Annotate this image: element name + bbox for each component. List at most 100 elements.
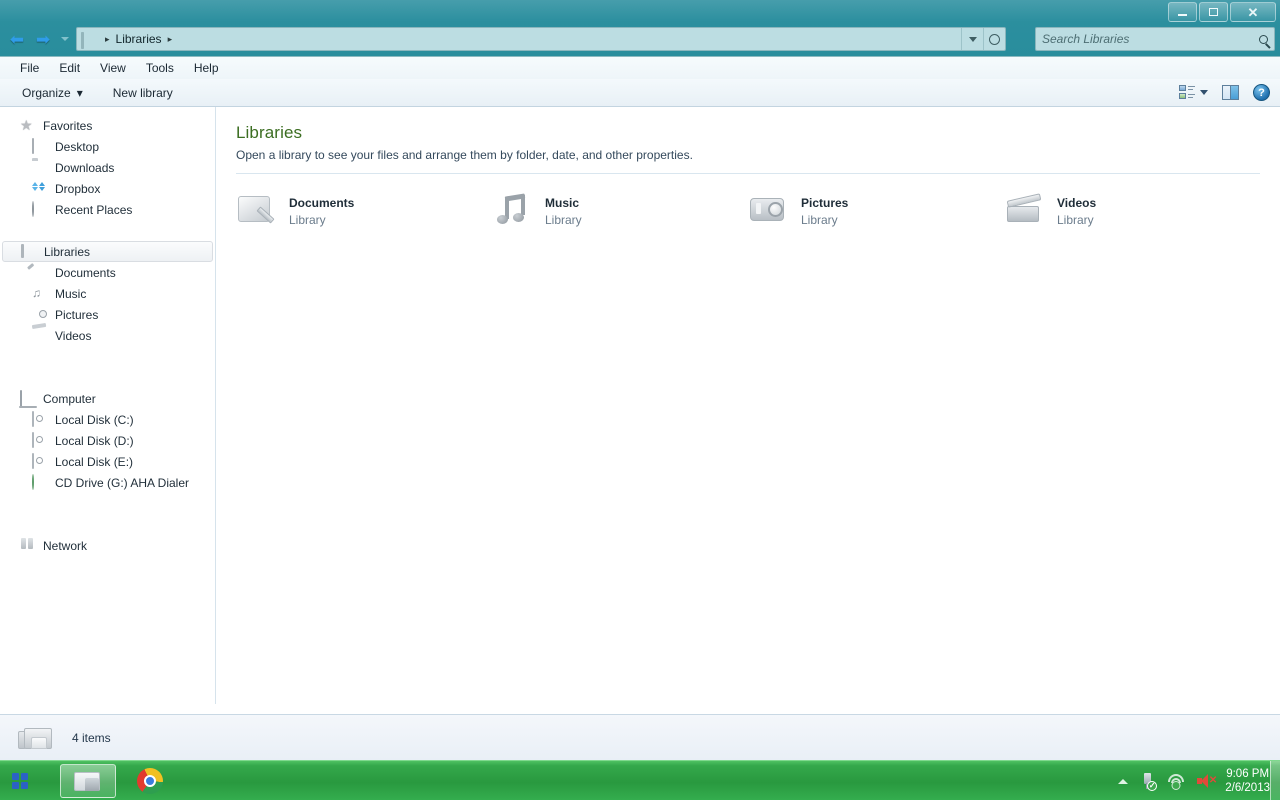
search-input[interactable]: [1042, 32, 1259, 46]
help-button[interactable]: ?: [1253, 84, 1270, 101]
tile-title: Music: [545, 195, 580, 210]
sidebar-item-cd-drive[interactable]: CD Drive (G:) AHA Dialer: [0, 472, 215, 493]
sidebar-item-videos[interactable]: Videos: [0, 325, 215, 346]
windows-logo-icon: [11, 772, 29, 790]
preview-pane-button[interactable]: [1222, 85, 1239, 100]
divider: [236, 173, 1260, 174]
organize-label: Organize: [22, 85, 71, 100]
recent-pages-button[interactable]: [58, 32, 72, 46]
search-icon: [1259, 34, 1268, 44]
videos-library-icon: [1004, 192, 1046, 230]
sidebar-item-local-disk-c[interactable]: Local Disk (C:): [0, 409, 215, 430]
menu-help[interactable]: Help: [184, 59, 229, 77]
taskbar-button-explorer[interactable]: [60, 764, 116, 798]
back-arrow-icon: ⬅: [9, 29, 25, 49]
clock[interactable]: 9:06 PM 2/6/2013: [1225, 767, 1270, 795]
client-area: File Edit View Tools Help Organize ▾ New…: [0, 56, 1280, 760]
refresh-icon: [989, 33, 1000, 45]
new-library-label: New library: [112, 85, 173, 100]
library-tile-documents[interactable]: Documents Library: [236, 192, 492, 230]
sidebar-item-computer[interactable]: Computer: [0, 388, 215, 409]
sidebar-label: Local Disk (E:): [55, 454, 134, 469]
folder-icon: [32, 160, 48, 175]
forward-button[interactable]: ➡: [32, 28, 54, 50]
recent-places-icon: [32, 201, 48, 217]
network-icon: [20, 538, 36, 553]
sidebar-label: Pictures: [55, 307, 99, 322]
chevron-up-icon: [1118, 778, 1129, 784]
breadcrumb-item-libraries[interactable]: Libraries: [116, 32, 162, 46]
menu-file[interactable]: File: [10, 59, 49, 77]
library-tile-music[interactable]: Music Library: [492, 192, 748, 230]
back-button[interactable]: ⬅: [6, 28, 28, 50]
minimize-button[interactable]: [1168, 2, 1197, 22]
sidebar-item-downloads[interactable]: Downloads: [0, 157, 215, 178]
address-bar[interactable]: ▸ Libraries ▸: [76, 27, 1006, 51]
sidebar-item-local-disk-d[interactable]: Local Disk (D:): [0, 430, 215, 451]
documents-library-icon: [236, 192, 278, 230]
music-library-icon: [492, 192, 534, 230]
forward-arrow-icon: ➡: [35, 29, 51, 49]
folder-icon: [74, 770, 102, 793]
nav-group-network: Network: [0, 535, 215, 556]
explorer-window: ✕ ⬅ ➡ ▸ Libraries ▸ Search Libraries Fil…: [0, 0, 1280, 760]
taskbar-button-chrome[interactable]: [122, 764, 178, 798]
menu-tools[interactable]: Tools: [136, 59, 184, 77]
titlebar-sheen: [0, 0, 1280, 22]
star-icon: ★: [20, 117, 33, 133]
videos-library-icon: [32, 328, 48, 343]
network-icon[interactable]: [1167, 774, 1185, 790]
sidebar-item-pictures[interactable]: Pictures: [0, 304, 215, 325]
tile-subtitle: Library: [801, 212, 838, 227]
chevron-down-icon: [1200, 90, 1208, 95]
view-options-button[interactable]: [1179, 85, 1208, 100]
sidebar-label: Dropbox: [55, 181, 101, 196]
start-button[interactable]: [0, 761, 40, 800]
desktop-icon: [32, 138, 48, 154]
breadcrumb-separator: ▸: [105, 33, 110, 44]
tile-subtitle: Library: [289, 212, 326, 227]
address-dropdown-button[interactable]: [961, 28, 983, 50]
sidebar-item-dropbox[interactable]: Dropbox: [0, 178, 215, 199]
sidebar-item-music[interactable]: ♫ Music: [0, 283, 215, 304]
library-tile-pictures[interactable]: Pictures Library: [748, 192, 1004, 230]
new-library-button[interactable]: New library: [105, 83, 181, 103]
sidebar-item-favorites[interactable]: ★ Favorites: [0, 115, 215, 136]
sidebar-item-recent-places[interactable]: Recent Places: [0, 199, 215, 220]
sidebar-item-libraries[interactable]: Libraries: [2, 241, 213, 262]
cd-drive-icon: [32, 474, 48, 490]
breadcrumb[interactable]: ▸ Libraries ▸: [77, 28, 961, 50]
maximize-button[interactable]: [1199, 2, 1228, 22]
sidebar-item-documents[interactable]: Documents: [0, 262, 215, 283]
close-icon: ✕: [1247, 4, 1259, 20]
menu-edit[interactable]: Edit: [49, 59, 90, 77]
navigation-pane[interactable]: ★ Favorites Desktop Downloads Dropbox Re…: [0, 107, 216, 704]
show-hidden-icons-button[interactable]: [1118, 778, 1129, 784]
sidebar-label: Downloads: [55, 160, 115, 175]
library-tile-videos[interactable]: Videos Library: [1004, 192, 1260, 230]
menu-view[interactable]: View: [90, 59, 136, 77]
menu-bar: File Edit View Tools Help: [0, 57, 1280, 79]
sidebar-item-local-disk-e[interactable]: Local Disk (E:): [0, 451, 215, 472]
maximize-icon: [1209, 8, 1218, 16]
close-button[interactable]: ✕: [1230, 2, 1276, 22]
pictures-library-icon: [32, 307, 48, 322]
sidebar-item-desktop[interactable]: Desktop: [0, 136, 215, 157]
organize-button[interactable]: Organize ▾: [14, 83, 91, 103]
system-tray: ✓ ✕ 9:06 PM 2/6/2013: [1112, 761, 1280, 800]
breadcrumb-separator-trailing[interactable]: ▸: [162, 34, 179, 45]
sidebar-label: Desktop: [55, 139, 100, 154]
safely-remove-hardware-icon[interactable]: ✓: [1140, 772, 1158, 791]
refresh-button[interactable]: [983, 28, 1005, 50]
show-desktop-button[interactable]: [1270, 761, 1280, 800]
sidebar-item-network[interactable]: Network: [0, 535, 215, 556]
chevron-down-icon: [61, 37, 69, 41]
screen: ✕ ⬅ ➡ ▸ Libraries ▸ Search Libraries Fil…: [0, 0, 1280, 800]
sidebar-label: Computer: [43, 391, 96, 406]
hard-drive-icon: [32, 411, 48, 427]
volume-muted-icon[interactable]: ✕: [1197, 774, 1217, 788]
search-box[interactable]: [1035, 27, 1275, 51]
